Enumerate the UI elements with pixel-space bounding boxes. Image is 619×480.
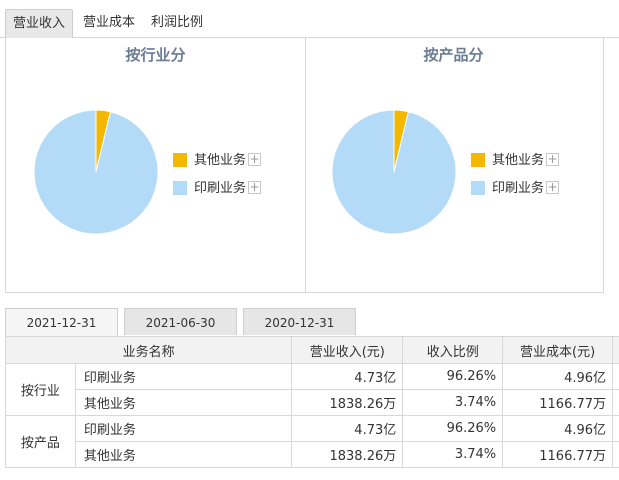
col-header-business-name: 业务名称 (4, 336, 293, 364)
row-cost: 1166.77万 (502, 441, 614, 468)
date-tab-2021-06-30[interactable]: 2021-06-30 (124, 308, 237, 335)
row-cost: 4.96亿 (502, 363, 614, 390)
row-ratio: 96.26% (402, 363, 504, 390)
row-ratio: 3.74% (402, 389, 504, 416)
row-name: 其他业务 (74, 441, 293, 468)
table-row: 其他业务 1838.26万 3.74% 1166.77万 (6, 441, 619, 468)
date-tab-2020-12-31[interactable]: 2020-12-31 (243, 308, 356, 335)
group-label: 按行业 (5, 363, 76, 416)
row-revenue: 1838.26万 (291, 389, 404, 416)
table-row: 按行业 印刷业务 4.73亿 96.26% 4.96亿 (5, 363, 619, 416)
chart-panel-product: 按产品分 其他业务 + 印刷业务 + (304, 37, 604, 293)
row-name: 印刷业务 (74, 363, 293, 390)
legend-label-other: 其他业务 (492, 153, 545, 168)
pie-chart-product (331, 109, 457, 235)
legend-label-printing: 印刷业务 (194, 181, 247, 196)
tab-profit-ratio[interactable]: 利润比例 (151, 9, 203, 37)
col-header-cost: 营业成本(元) (502, 336, 614, 364)
chart-panel-industry: 按行业分 其他业务 + 印刷业务 + (5, 37, 306, 293)
row-revenue: 4.73亿 (291, 415, 404, 442)
row-cost: 4.96亿 (502, 415, 614, 442)
row-extra (612, 363, 619, 390)
tab-revenue[interactable]: 营业收入 (5, 9, 73, 38)
business-table: 业务名称 营业收入(元) 收入比例 营业成本(元) 按行业 印刷业务 4.73亿… (4, 336, 619, 468)
row-ratio: 96.26% (402, 415, 504, 442)
chart-title: 按行业分 (125, 46, 186, 64)
row-name: 其他业务 (74, 389, 293, 416)
group-label: 按产品 (5, 415, 76, 468)
legend-label-printing: 印刷业务 (492, 181, 545, 196)
row-ratio: 3.74% (402, 441, 504, 468)
row-revenue: 4.73亿 (291, 363, 404, 390)
table-row: 按产品 印刷业务 4.73亿 96.26% 4.96亿 (5, 415, 619, 468)
col-header-ratio: 收入比例 (402, 336, 504, 364)
date-tab-bar: 2021-12-31 2021-06-30 2020-12-31 (0, 308, 619, 336)
legend-swatch-other (471, 153, 485, 167)
table-row: 其他业务 1838.26万 3.74% 1166.77万 (6, 389, 619, 416)
table-header-row: 业务名称 营业收入(元) 收入比例 营业成本(元) (4, 336, 619, 364)
expand-plus-icon[interactable]: + (248, 181, 261, 194)
row-name: 印刷业务 (74, 415, 293, 442)
row-extra (612, 441, 619, 468)
col-header-extra (612, 336, 619, 364)
chart-title: 按产品分 (423, 46, 484, 64)
legend-swatch-printing (471, 181, 485, 195)
expand-plus-icon[interactable]: + (546, 153, 559, 166)
expand-plus-icon[interactable]: + (248, 153, 261, 166)
legend-swatch-printing (173, 181, 187, 195)
pie-slice-printing[interactable] (33, 109, 159, 235)
col-header-revenue: 营业收入(元) (291, 336, 404, 364)
row-revenue: 1838.26万 (291, 441, 404, 468)
row-cost: 1166.77万 (502, 389, 614, 416)
tab-cost[interactable]: 营业成本 (83, 9, 135, 37)
date-tab-2021-12-31[interactable]: 2021-12-31 (5, 308, 118, 336)
pie-slice-printing[interactable] (331, 109, 457, 235)
legend-label-other: 其他业务 (194, 153, 247, 168)
top-tab-bar: 营业收入 营业成本 利润比例 (0, 0, 619, 38)
row-extra (612, 389, 619, 416)
expand-plus-icon[interactable]: + (546, 181, 559, 194)
legend-swatch-other (173, 153, 187, 167)
pie-chart-industry (33, 109, 159, 235)
row-extra (612, 415, 619, 442)
